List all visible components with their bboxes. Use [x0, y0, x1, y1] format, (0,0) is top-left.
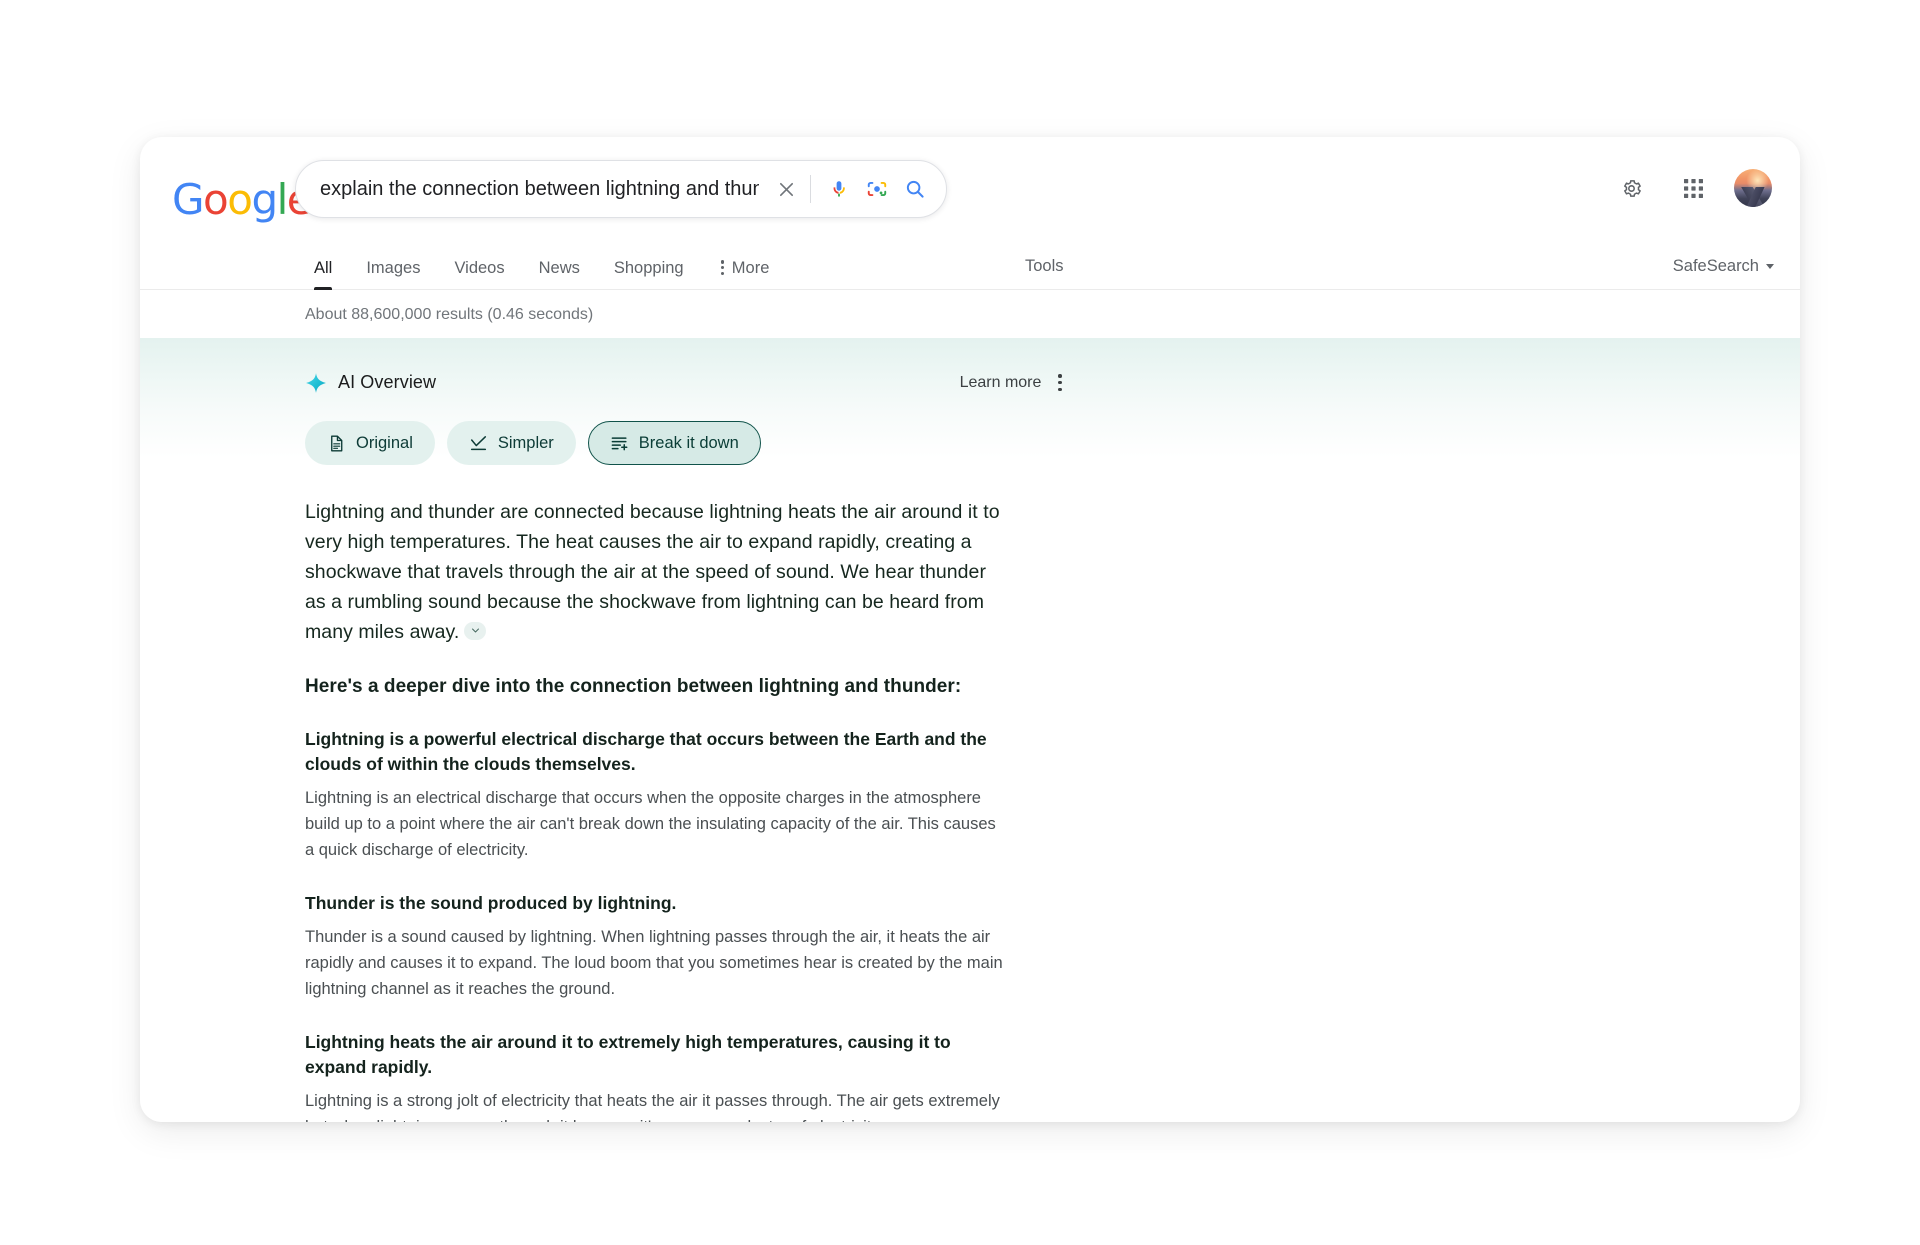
deeper-dive-heading: Here's a deeper dive into the connection… — [305, 676, 962, 698]
ai-style-chips: Original Simpler Break it down — [305, 421, 1760, 466]
tab-more-label: More — [731, 258, 770, 277]
ai-overview-header: AI Overview Learn more — [305, 338, 1065, 395]
tools-button[interactable]: Tools — [1025, 257, 1064, 276]
tab-news-label: News — [538, 258, 580, 277]
logo-letter-o1: o — [203, 175, 229, 224]
tab-videos[interactable]: Videos — [437, 258, 521, 290]
tab-all[interactable]: All — [304, 258, 349, 290]
ai-overview-body: Lightning and thunder are connected beca… — [305, 497, 1005, 1122]
safesearch-dropdown[interactable]: SafeSearch — [1673, 257, 1774, 276]
search-bar[interactable] — [295, 160, 947, 218]
gear-icon[interactable] — [1610, 167, 1652, 209]
tab-more[interactable]: More — [701, 258, 787, 290]
chip-original-label: Original — [356, 433, 413, 452]
list-add-icon — [611, 437, 628, 451]
search-divider — [810, 175, 811, 203]
ai-overview-title: AI Overview — [338, 372, 437, 393]
chevron-down-icon — [1766, 264, 1774, 269]
safesearch-label: SafeSearch — [1672, 257, 1759, 275]
ai-section-3-title: Lightning heats the air around it to ext… — [305, 1032, 951, 1078]
logo-letter-l: l — [276, 175, 289, 224]
tab-news[interactable]: News — [522, 258, 597, 290]
logo-letter-g: g — [251, 175, 278, 224]
document-icon — [331, 435, 343, 452]
ai-lead-paragraph: Lightning and thunder are connected beca… — [305, 501, 1000, 644]
ai-overview-header-actions: Learn more — [960, 370, 1065, 395]
google-lens-icon[interactable] — [858, 170, 896, 208]
ai-section-3-body: Lightning is a strong jolt of electricit… — [305, 1092, 1000, 1122]
google-logo[interactable]: Google — [172, 179, 313, 221]
ai-sections: Lightning is a powerful electrical disch… — [305, 727, 1005, 1122]
chip-simpler-label: Simpler — [497, 433, 554, 452]
ai-sparkle-icon — [306, 372, 326, 393]
tab-images-label: Images — [366, 258, 421, 277]
tab-all-label: All — [314, 258, 333, 277]
search-submit-button[interactable] — [896, 170, 934, 208]
more-kebab-icon — [720, 260, 724, 276]
chip-break-it-down-label: Break it down — [638, 433, 739, 452]
expand-chevron-down-icon[interactable] — [464, 621, 487, 640]
results-count: About 88,600,000 results (0.46 seconds) — [140, 290, 1800, 338]
ai-section-2: Thunder is the sound produced by lightni… — [305, 891, 1005, 1002]
search-input[interactable] — [320, 177, 759, 201]
chip-original[interactable]: Original — [305, 421, 435, 466]
chip-break-it-down[interactable]: Break it down — [587, 421, 761, 466]
search-nav: All Images Videos News Shopping More Too… — [140, 240, 1800, 290]
microphone-icon[interactable] — [820, 170, 858, 208]
avatar[interactable] — [1734, 169, 1772, 207]
logo-letter-G: G — [172, 175, 205, 224]
ai-section-2-title: Thunder is the sound produced by lightni… — [305, 893, 677, 914]
logo-letter-o2: o — [227, 175, 253, 224]
apps-grid-icon[interactable] — [1672, 167, 1714, 209]
clear-search-button[interactable] — [767, 170, 805, 208]
learn-more-link[interactable]: Learn more — [960, 374, 1042, 392]
ai-section-1: Lightning is a powerful electrical disch… — [305, 727, 1005, 863]
tab-shopping[interactable]: Shopping — [597, 258, 701, 290]
tab-images[interactable]: Images — [349, 258, 437, 290]
ai-lead-paragraph-wrap: Lightning and thunder are connected beca… — [305, 497, 1005, 647]
header-actions — [1610, 167, 1772, 209]
ai-section-3: Lightning heats the air around it to ext… — [305, 1030, 1005, 1122]
serp-header: Googl e — [140, 137, 1800, 240]
simplify-icon — [470, 435, 486, 450]
tab-videos-label: Videos — [454, 258, 505, 277]
ai-overview-panel: AI Overview Learn more Original Simpler … — [140, 338, 1800, 1122]
tab-shopping-label: Shopping — [613, 258, 684, 277]
ai-section-1-title: Lightning is a powerful electrical disch… — [305, 729, 987, 775]
overflow-menu-icon[interactable] — [1055, 370, 1065, 395]
browser-card: Googl explain the connection between lig… — [140, 137, 1800, 1122]
chip-simpler[interactable]: Simpler — [446, 421, 576, 466]
ai-section-1-body: Lightning is an electrical discharge tha… — [305, 789, 996, 860]
ai-section-2-body: Thunder is a sound caused by lightning. … — [305, 928, 1003, 999]
